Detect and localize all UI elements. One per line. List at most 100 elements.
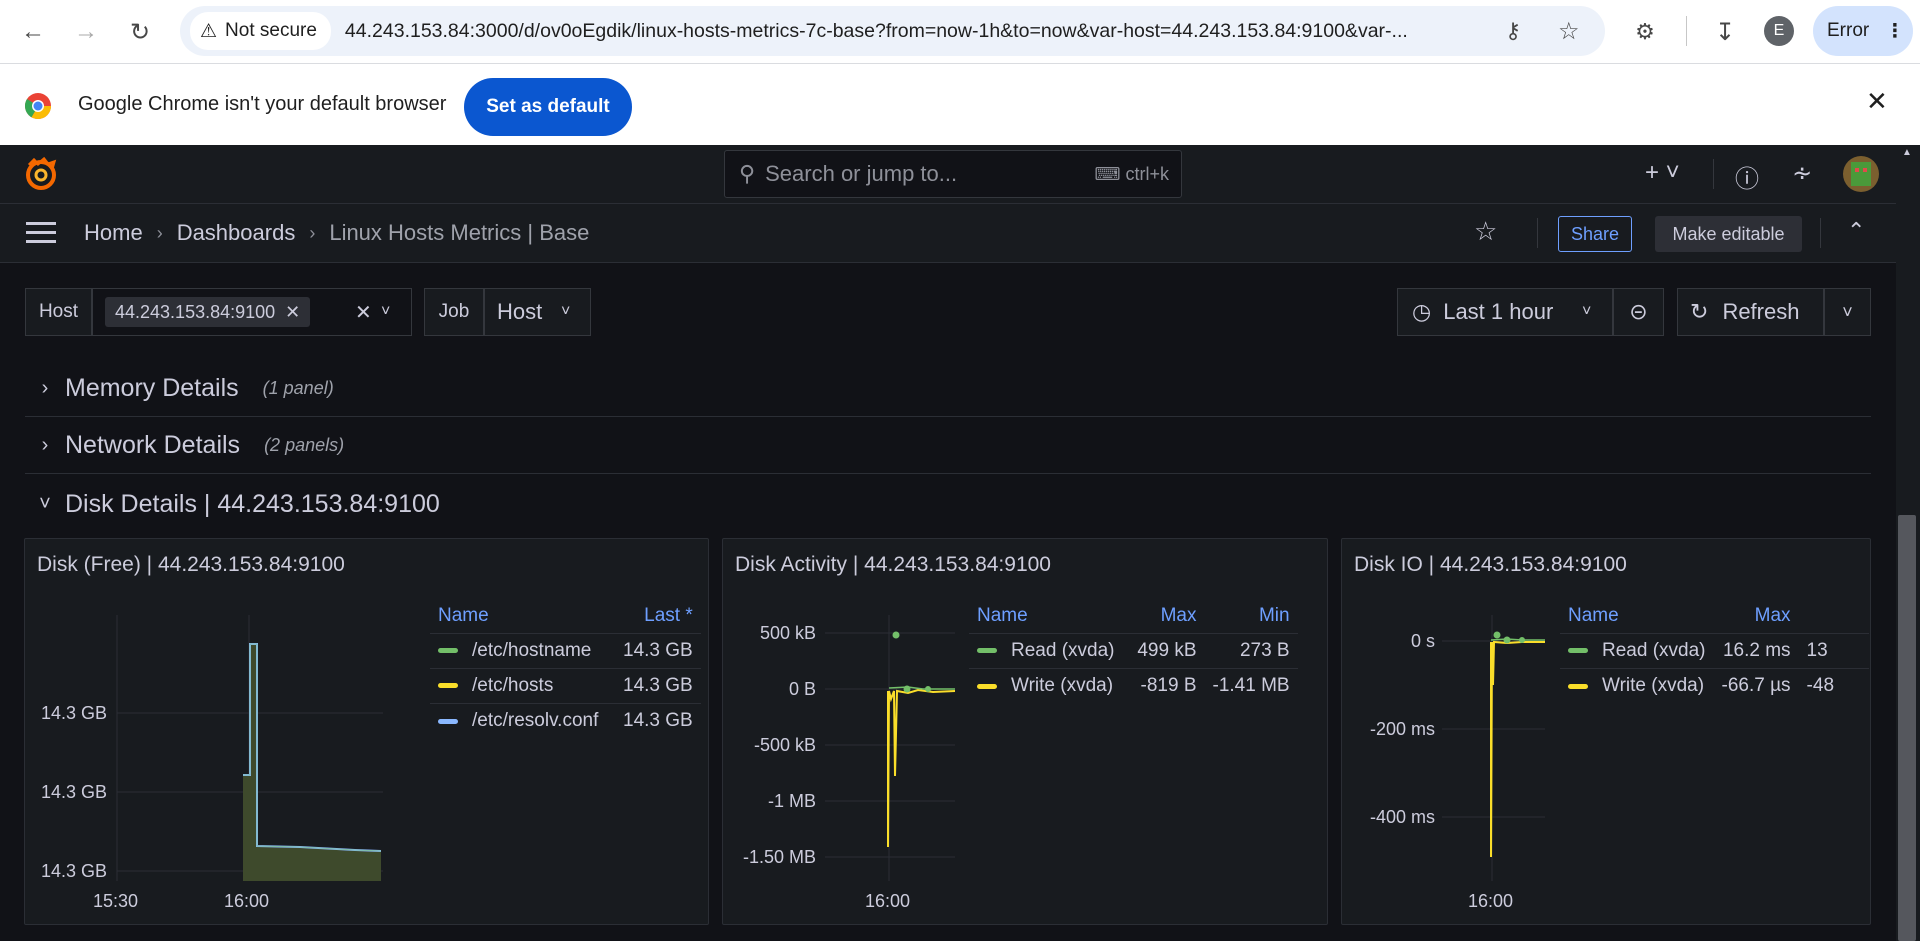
x-tick-label: 15:30 — [93, 891, 138, 911]
refresh-interval-dropdown[interactable]: ˅ — [1824, 288, 1871, 336]
clear-icon[interactable]: ✕ — [355, 300, 372, 325]
legend-disk-io: Name Max Read (xvda) 16.2 ms 13 Write (xvda… — [1560, 605, 1869, 704]
panel-title: Disk Activity | 44.243.153.84:9100 — [735, 553, 1051, 576]
breadcrumb-home[interactable]: Home — [84, 220, 143, 246]
set-default-button[interactable]: Set as default — [464, 78, 632, 136]
user-avatar[interactable] — [1843, 156, 1879, 192]
host-variable-select[interactable]: 44.243.153.84:9100 ✕ ✕ ˅ — [92, 288, 412, 336]
disk-free-chart[interactable]: 14.3 GB 14.3 GB 14.3 GB 15:30 16:00 — [25, 599, 395, 919]
grafana-logo-icon[interactable] — [24, 157, 58, 191]
panel-disk-io: Disk IO | 44.243.153.84:9100 0 s -200 ms… — [1341, 538, 1871, 925]
bookmark-star-icon[interactable]: ☆ — [1558, 17, 1580, 46]
error-label: Error — [1827, 20, 1870, 41]
series-last: 14.3 GB — [615, 633, 701, 669]
error-button[interactable]: Error ⋮ — [1813, 6, 1913, 56]
y-tick-label: 14.3 GB — [41, 782, 107, 802]
make-editable-button[interactable]: Make editable — [1655, 216, 1802, 252]
row-network-details[interactable]: › Network Details (2 panels) — [25, 418, 1871, 474]
profile-avatar[interactable]: E — [1764, 16, 1794, 46]
chevron-right-icon: › — [41, 377, 49, 399]
legend-row[interactable]: Write (xvda) -819 B -1.41 MB — [969, 668, 1298, 704]
job-variable-select[interactable]: Host ˅ — [484, 288, 591, 336]
legend-header-max[interactable]: Max — [1714, 605, 1799, 634]
chevron-down-icon: ˅ — [1582, 303, 1592, 320]
legend-header-min[interactable]: Min — [1205, 605, 1298, 634]
scrollbar-thumb[interactable] — [1898, 515, 1916, 941]
back-icon[interactable]: ← — [13, 12, 53, 52]
legend-row[interactable]: Read (xvda) 16.2 ms 13 — [1560, 633, 1869, 669]
remove-chip-icon[interactable]: ✕ — [285, 302, 300, 323]
forward-icon[interactable]: → — [66, 12, 106, 52]
series-name: Write (xvda) — [1602, 675, 1705, 697]
series-point-read — [892, 631, 900, 639]
menu-icon[interactable] — [26, 222, 56, 243]
series-swatch — [1568, 683, 1588, 689]
close-icon[interactable]: ✕ — [1866, 86, 1888, 117]
breadcrumb-dashboards[interactable]: Dashboards — [177, 220, 296, 246]
x-tick-label: 16:00 — [224, 891, 269, 911]
row-memory-details[interactable]: › Memory Details (1 panel) — [25, 361, 1871, 417]
series-point-read — [903, 685, 911, 693]
search-input[interactable]: ⚲ Search or jump to... ⌨ ctrl+k — [724, 150, 1182, 198]
series-line-write — [887, 688, 956, 848]
share-button[interactable]: Share — [1558, 216, 1632, 252]
divider — [1537, 218, 1538, 248]
toolbar-divider — [1686, 16, 1687, 46]
browser-toolbar: ← → ↻ ⚠ Not secure 44.243.153.84:3000/d/… — [0, 0, 1920, 63]
not-secure-label: Not secure — [225, 20, 317, 41]
job-variable-label: Job — [424, 288, 484, 336]
address-bar[interactable]: ⚠ Not secure 44.243.153.84:3000/d/ov0oEg… — [180, 6, 1605, 56]
y-tick-label: -1 MB — [768, 791, 816, 811]
url-text[interactable]: 44.243.153.84:3000/d/ov0oEgdik/linux-hos… — [345, 20, 1505, 43]
disk-activity-chart[interactable]: 500 kB 0 B -500 kB -1 MB -1.50 MB 16:00 — [723, 599, 963, 919]
panel-disk-free: Disk (Free) | 44.243.153.84:9100 14.3 GB… — [24, 538, 709, 925]
chevron-up-icon[interactable]: ⌃ — [1847, 218, 1865, 244]
row-disk-details[interactable]: ˅ Disk Details | 44.243.153.84:9100 — [25, 476, 1871, 532]
extensions-icon[interactable]: ⚙ — [1625, 12, 1665, 52]
panel-disk-activity: Disk Activity | 44.243.153.84:9100 500 k… — [722, 538, 1328, 925]
series-line-read — [1490, 638, 1545, 641]
chevron-right-icon: › — [41, 434, 49, 456]
series-point-read — [1493, 631, 1501, 639]
breadcrumb: Home › Dashboards › Linux Hosts Metrics … — [84, 220, 589, 246]
legend-row[interactable]: Read (xvda) 499 kB 273 B — [969, 633, 1298, 669]
reload-icon[interactable]: ↻ — [120, 12, 160, 52]
legend-header-name[interactable]: Name — [430, 605, 615, 634]
zoom-out-icon[interactable]: ⊝ — [1613, 288, 1664, 336]
favorite-star-icon[interactable]: ☆ — [1474, 216, 1497, 247]
news-feed-icon[interactable]: ∻ — [1792, 159, 1812, 188]
disk-io-chart[interactable]: 0 s -200 ms -400 ms 16:00 — [1342, 599, 1557, 919]
series-max: 16.2 ms — [1713, 633, 1799, 669]
chevron-right-icon: › — [309, 222, 316, 243]
legend-row[interactable]: /etc/resolv.conf 14.3 GB — [430, 703, 701, 739]
legend-header-last[interactable]: Last * — [615, 605, 701, 634]
help-icon[interactable]: ⓘ — [1735, 159, 1759, 194]
row-title: Memory Details — [65, 374, 239, 402]
series-swatch — [438, 718, 458, 724]
refresh-button[interactable]: ↻ Refresh — [1677, 288, 1824, 336]
add-new-icon[interactable]: + ˅ — [1645, 159, 1680, 187]
legend-header-name[interactable]: Name — [969, 605, 1123, 634]
warning-icon: ⚠ — [200, 20, 218, 42]
search-shortcut: ⌨ ctrl+k — [1094, 164, 1169, 185]
series-name: /etc/hosts — [472, 675, 554, 696]
time-range-picker[interactable]: ◷ Last 1 hour ˅ — [1397, 288, 1613, 336]
not-secure-badge[interactable]: ⚠ Not secure — [190, 12, 331, 50]
host-chip[interactable]: 44.243.153.84:9100 ✕ — [105, 297, 311, 327]
key-icon[interactable]: ⚷ — [1505, 18, 1521, 44]
legend-row[interactable]: /etc/hostname 14.3 GB — [430, 633, 701, 669]
series-point-read — [1503, 636, 1511, 644]
series-swatch — [977, 648, 997, 654]
scroll-up-icon[interactable]: ▲ — [1902, 147, 1912, 158]
series-max: 499 kB — [1122, 633, 1205, 669]
chevron-down-icon[interactable]: ˅ — [381, 303, 390, 321]
divider — [1820, 218, 1821, 248]
download-icon[interactable]: ↧ — [1705, 12, 1745, 52]
series-swatch — [438, 648, 458, 654]
legend-row[interactable]: Write (xvda) -66.7 µs -48 — [1560, 668, 1869, 704]
legend-header-max[interactable]: Max — [1123, 605, 1205, 634]
legend-header-name[interactable]: Name — [1560, 605, 1714, 634]
refresh-icon: ↻ — [1690, 299, 1709, 324]
legend-row[interactable]: /etc/hosts 14.3 GB — [430, 668, 701, 704]
y-tick-label: -400 ms — [1370, 807, 1435, 827]
